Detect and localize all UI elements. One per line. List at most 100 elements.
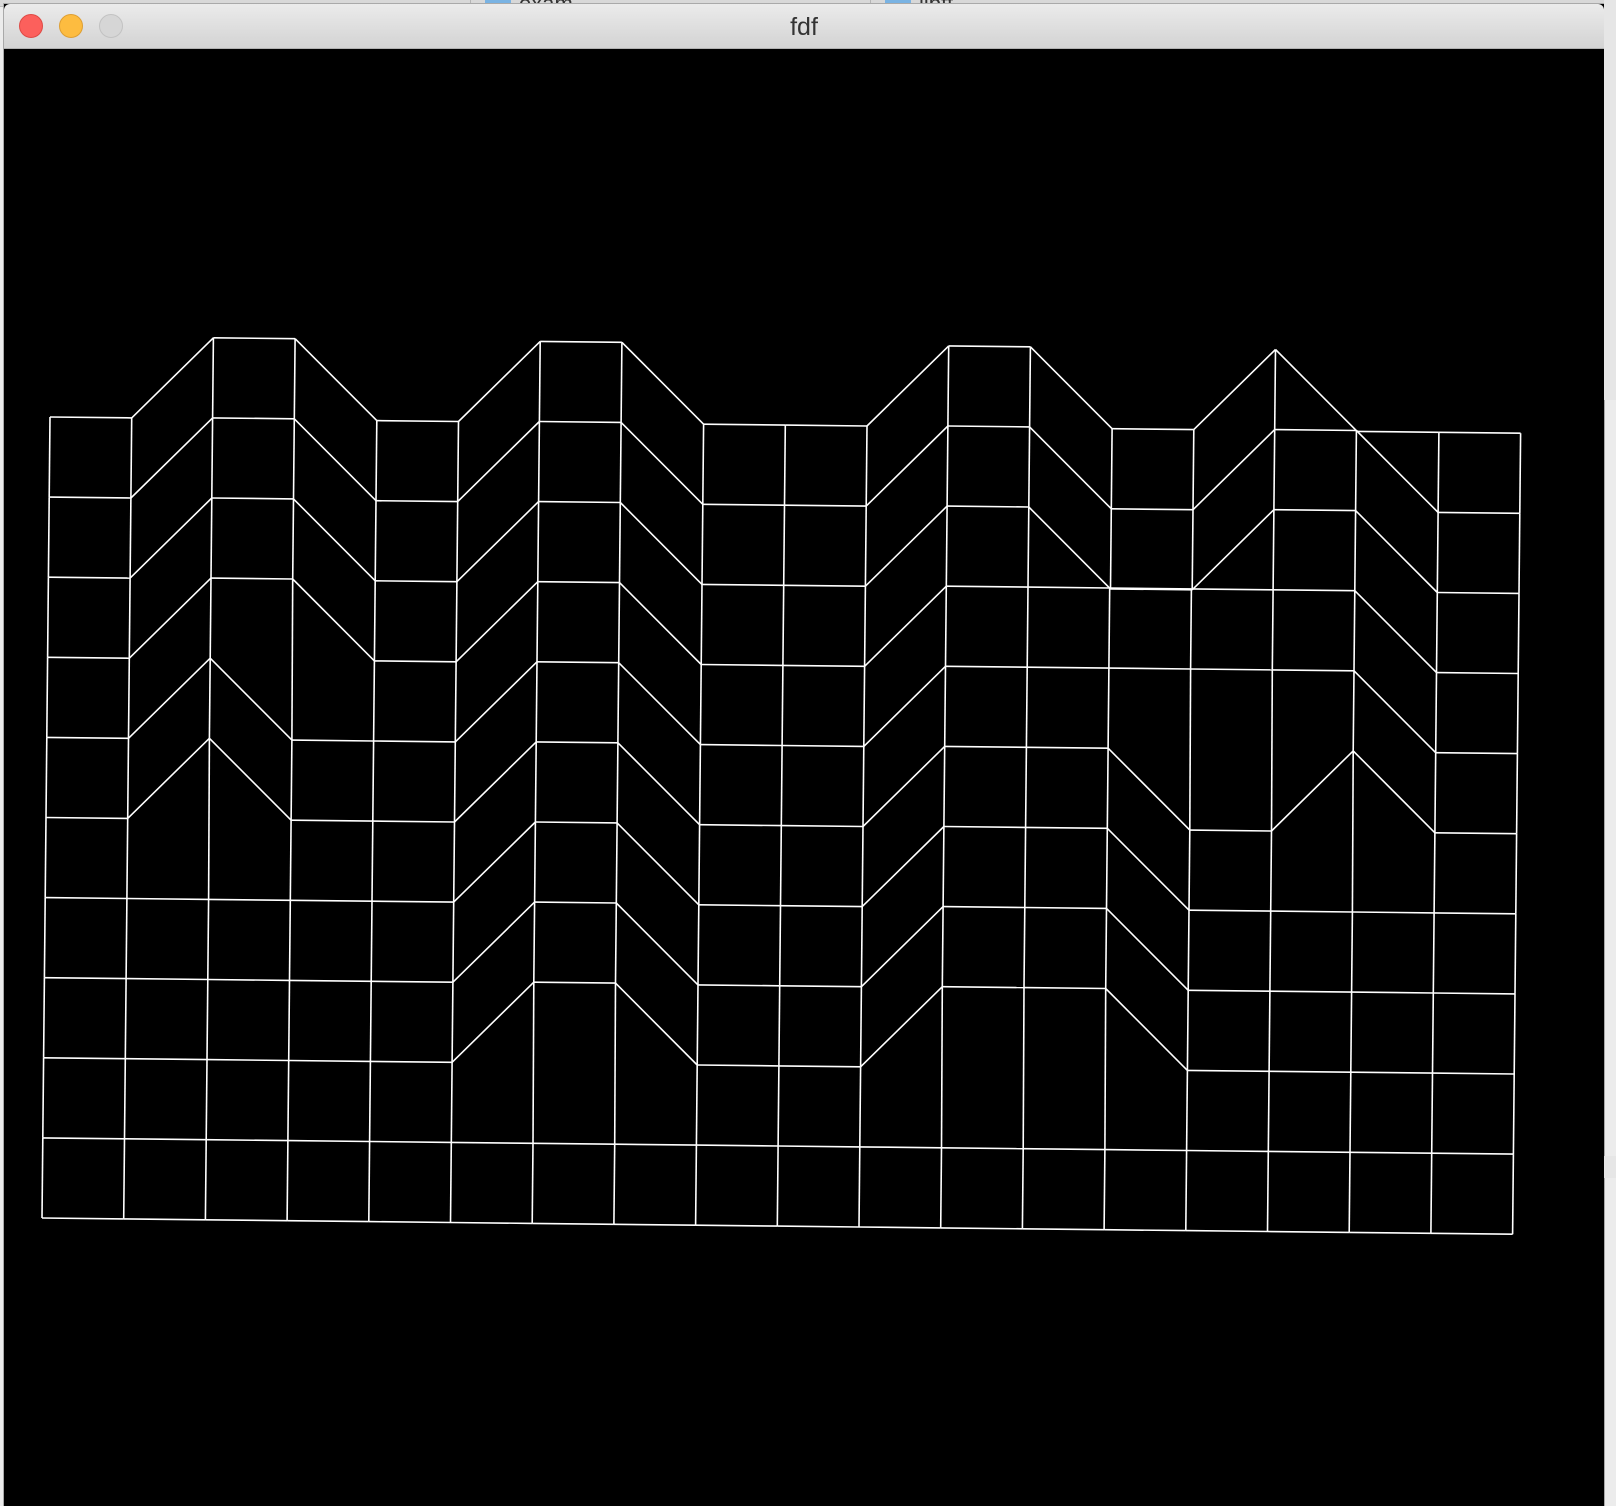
wireframe-edge-vertical — [1511, 1154, 1515, 1235]
wireframe-edge-horizontal — [127, 737, 210, 819]
wireframe-edge-horizontal — [698, 904, 781, 907]
wireframe-edge-horizontal — [45, 896, 127, 900]
wireframe-edge-horizontal — [1186, 1149, 1269, 1153]
wireframe-edge-horizontal — [44, 976, 127, 980]
wireframe-edge-vertical — [1022, 987, 1025, 1149]
wireframe-edge-vertical — [1267, 1071, 1270, 1152]
wireframe-edge-vertical — [694, 1145, 698, 1226]
wireframe-edge-horizontal — [941, 1147, 1024, 1150]
wireframe-edge-horizontal — [700, 743, 783, 747]
wireframe-edge-vertical — [48, 416, 51, 498]
wireframe-edge-horizontal — [615, 902, 699, 986]
wireframe-edge-vertical — [943, 666, 947, 747]
wireframe-edge-vertical — [1104, 988, 1107, 1150]
wireframe-edge-vertical — [289, 820, 292, 901]
wireframe-edge-horizontal — [943, 825, 1026, 829]
wireframe-edge-horizontal — [532, 1142, 615, 1145]
wireframe-edge-horizontal — [371, 900, 454, 903]
wireframe-edge-vertical — [288, 900, 292, 981]
wireframe-edge-vertical — [286, 1140, 289, 1221]
wireframe-edge-horizontal — [125, 1057, 208, 1061]
wireframe-edge-horizontal — [1272, 669, 1355, 672]
wireframe-edge-vertical — [455, 581, 458, 662]
wireframe-edge-vertical — [44, 817, 47, 898]
wireframe-edge-horizontal — [944, 745, 1027, 749]
wireframe-edge-horizontal — [866, 345, 950, 427]
wireframe-edge-vertical — [374, 500, 377, 581]
wireframe-edge-horizontal — [618, 582, 702, 666]
wireframe-edge-horizontal — [1270, 750, 1354, 832]
wireframe-edge-horizontal — [1270, 910, 1353, 913]
wireframe-edge-vertical — [1519, 433, 1522, 514]
wireframe-edge-horizontal — [943, 905, 1025, 909]
render-canvas[interactable] — [4, 49, 1604, 1506]
wireframe-edge-horizontal — [1188, 989, 1270, 992]
wireframe-edge-vertical — [1354, 510, 1357, 591]
wireframe-edge-horizontal — [1274, 428, 1357, 432]
wireframe-edge-horizontal — [1432, 1072, 1515, 1075]
fdf-window: fdf — [4, 4, 1604, 1506]
wireframe-edge-vertical — [1108, 587, 1111, 669]
wireframe-edge-vertical — [863, 586, 867, 667]
wireframe-edge-horizontal — [206, 1138, 288, 1142]
wireframe-edge-horizontal — [1357, 430, 1439, 434]
wireframe-edge-vertical — [947, 345, 950, 427]
wireframe-edge-horizontal — [212, 417, 295, 420]
wireframe-edge-horizontal — [368, 1220, 451, 1224]
wireframe-edge-vertical — [1515, 833, 1518, 914]
wireframe-edge-horizontal — [1023, 1147, 1105, 1151]
wireframe-edge-horizontal — [1438, 511, 1520, 515]
wireframe-edge-vertical — [1109, 508, 1113, 589]
wireframe-edge-horizontal — [947, 425, 1030, 428]
wireframe-edge-vertical — [1269, 830, 1273, 912]
wireframe-edge-horizontal — [614, 982, 698, 1066]
wireframe-edge-horizontal — [697, 984, 780, 987]
wireframe-edge-horizontal — [701, 583, 784, 587]
wireframe-edge-vertical — [454, 661, 457, 742]
wireframe-edge-horizontal — [42, 1137, 125, 1140]
wireframe-edge-vertical — [1185, 1070, 1189, 1151]
wireframe-edge-horizontal — [1352, 911, 1435, 914]
wireframe-edge-horizontal — [1349, 1151, 1432, 1154]
wireframe-edge-horizontal — [1029, 346, 1113, 430]
wireframe-edge-horizontal — [783, 584, 866, 587]
wireframe-edge-horizontal — [619, 501, 703, 585]
wireframe-edge-vertical — [699, 664, 702, 745]
wireframe-edge-horizontal — [130, 417, 214, 499]
wireframe-edge-horizontal — [1022, 1228, 1105, 1231]
window-titlebar[interactable]: fdf — [4, 4, 1604, 49]
wireframe-edge-horizontal — [1355, 429, 1439, 513]
wireframe-edge-vertical — [208, 658, 211, 739]
wireframe-edge-vertical — [450, 1062, 453, 1143]
wireframe-edge-vertical — [1273, 349, 1277, 430]
wireframe-edge-horizontal — [451, 1141, 534, 1145]
wireframe-edge-horizontal — [290, 899, 373, 902]
wireframe-edge-horizontal — [537, 580, 620, 584]
wireframe-edge-horizontal — [779, 985, 862, 988]
wireframe-edge-vertical — [47, 497, 50, 578]
wireframe-edge-vertical — [1351, 750, 1354, 913]
wireframe-edge-vertical — [370, 901, 373, 982]
wireframe-edge-vertical — [1110, 428, 1113, 509]
wireframe-edge-vertical — [1028, 346, 1032, 427]
window-title: fdf — [790, 13, 818, 41]
wireframe-edge-vertical — [126, 738, 130, 819]
wireframe-edge-vertical — [45, 737, 48, 818]
wireframe-edge-vertical — [451, 982, 454, 1063]
wireframe-edge-vertical — [698, 824, 701, 905]
wireframe-edge-horizontal — [861, 825, 945, 908]
wireframe-edge-horizontal — [43, 1057, 126, 1060]
wireframe-edge-horizontal — [45, 816, 128, 820]
wireframe-edge-horizontal — [696, 1144, 779, 1147]
wireframe-edge-horizontal — [375, 580, 457, 583]
wireframe-edge-vertical — [534, 741, 537, 823]
wireframe-edge-horizontal — [1435, 751, 1518, 755]
wireframe-edge-vertical — [701, 504, 704, 585]
wireframe-edge-horizontal — [288, 1059, 371, 1063]
wireframe-edge-horizontal — [860, 906, 944, 988]
wireframe-edge-horizontal — [948, 345, 1031, 348]
wireframe-edge-horizontal — [785, 424, 868, 427]
wireframe-edge-horizontal — [940, 1227, 1023, 1230]
wireframe-edge-vertical — [613, 1144, 616, 1225]
wireframe-edge-horizontal — [1108, 667, 1191, 670]
